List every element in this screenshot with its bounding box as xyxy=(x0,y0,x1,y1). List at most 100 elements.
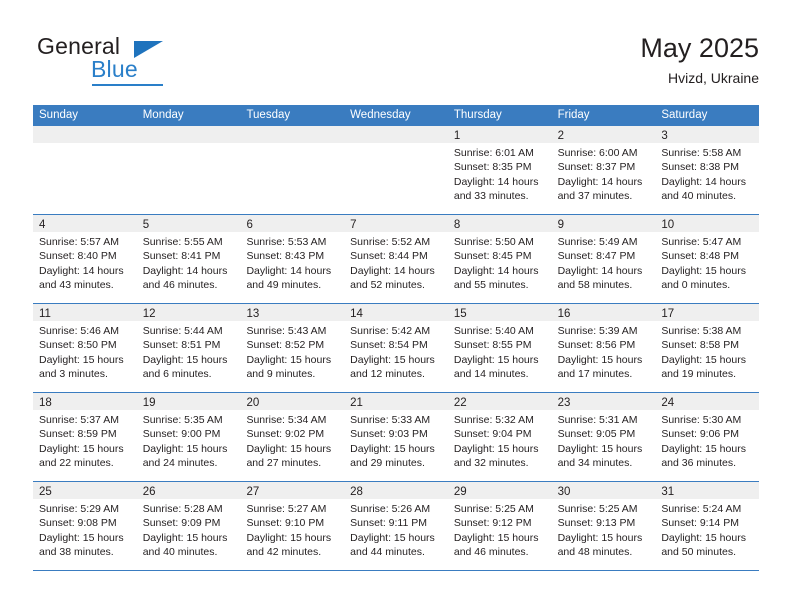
sunrise-text: Sunrise: 6:01 AM xyxy=(453,147,534,159)
day-cell-5[interactable]: 5 Sunrise: 5:55 AM Sunset: 8:41 PM Daylight… xyxy=(136,215,241,303)
day-cell-1[interactable]: 1 Sunrise: 6:01 AM Sunset: 8:35 PM Daylight… xyxy=(447,126,552,214)
day-number: 17 xyxy=(661,308,675,320)
calendar-weeks: 1 Sunrise: 6:01 AM Sunset: 8:35 PM Daylight… xyxy=(33,126,760,571)
daylight-text: and 34 minutes. xyxy=(557,457,633,470)
day-cell-20[interactable]: 20 Sunrise: 5:34 AM Sunset: 9:02 PM Dayligh… xyxy=(240,393,345,481)
day-cell-8[interactable]: 8 Sunrise: 5:50 AM Sunset: 8:45 PM Daylight… xyxy=(447,215,552,303)
day-cell-18[interactable]: 18 Sunrise: 5:37 AM Sunset: 8:59 PM Dayligh… xyxy=(33,393,137,481)
day-cell-11[interactable]: 11 Sunrise: 5:46 AM Sunset: 8:50 PM Dayligh… xyxy=(33,304,137,392)
day-cell-10[interactable]: 10 Sunrise: 5:47 AM Sunset: 8:48 PM Dayligh… xyxy=(655,215,760,303)
day-cell-7[interactable]: 7 Sunrise: 5:52 AM Sunset: 8:44 PM Daylight… xyxy=(344,215,448,303)
day-cell-22[interactable]: 22 Sunrise: 5:32 AM Sunset: 9:04 PM Dayligh… xyxy=(447,393,552,481)
day-cell-body: Sunrise: 5:37 AM Sunset: 8:59 PM Daylight:… xyxy=(33,410,137,471)
daylight-text: and 12 minutes. xyxy=(350,368,425,381)
daylight-text: Daylight: 15 hours xyxy=(39,442,124,455)
day-cell-13[interactable]: 13 Sunrise: 5:43 AM Sunset: 8:52 PM Dayligh… xyxy=(240,304,345,392)
day-cell-30[interactable]: 30 Sunrise: 5:25 AM Sunset: 9:13 PM Dayligh… xyxy=(551,482,656,570)
day-cell-4[interactable]: 4 Sunrise: 5:57 AM Sunset: 8:40 PM Daylight… xyxy=(33,215,137,303)
day-number: 24 xyxy=(661,397,675,409)
sunrise-text: Sunrise: 5:53 AM xyxy=(246,236,327,248)
day-cell-body xyxy=(137,143,241,146)
day-number: 11 xyxy=(39,308,51,320)
daylight-text: Daylight: 15 hours xyxy=(453,353,539,366)
daylight-text: and 0 minutes. xyxy=(661,279,731,292)
day-cell-body: Sunrise: 5:32 AM Sunset: 9:04 PM Daylight:… xyxy=(448,410,552,471)
weekday-header-friday: Friday xyxy=(557,109,590,121)
daylight-text: Daylight: 15 hours xyxy=(661,442,746,455)
day-cell-23[interactable]: 23 Sunrise: 5:31 AM Sunset: 9:05 PM Dayligh… xyxy=(551,393,656,481)
day-number-strip: 12 xyxy=(136,304,241,321)
day-cell-14[interactable]: 14 Sunrise: 5:42 AM Sunset: 8:54 PM Dayligh… xyxy=(344,304,448,392)
day-cell-27[interactable]: 27 Sunrise: 5:27 AM Sunset: 9:10 PM Dayligh… xyxy=(240,482,345,570)
day-cell-17[interactable]: 17 Sunrise: 5:38 AM Sunset: 8:58 PM Dayligh… xyxy=(655,304,760,392)
day-cell-29[interactable]: 29 Sunrise: 5:25 AM Sunset: 9:12 PM Dayligh… xyxy=(447,482,552,570)
sunset-text: Sunset: 8:50 PM xyxy=(39,339,117,352)
day-cell-19[interactable]: 19 Sunrise: 5:35 AM Sunset: 9:00 PM Dayligh… xyxy=(136,393,241,481)
day-cell-empty xyxy=(136,126,241,214)
sunset-text: Sunset: 8:47 PM xyxy=(557,250,636,263)
day-number-strip: 25 xyxy=(33,482,137,499)
daylight-text: and 36 minutes. xyxy=(661,457,737,470)
day-cell-28[interactable]: 28 Sunrise: 5:26 AM Sunset: 9:11 PM Dayligh… xyxy=(344,482,448,570)
general-blue-logo[interactable]: General Blue xyxy=(33,32,243,88)
day-cell-21[interactable]: 21 Sunrise: 5:33 AM Sunset: 9:03 PM Dayligh… xyxy=(344,393,448,481)
sunset-text: Sunset: 8:48 PM xyxy=(661,250,739,263)
day-number-strip: 4 xyxy=(33,215,137,232)
daylight-text: Daylight: 15 hours xyxy=(246,353,332,366)
day-number-strip: 26 xyxy=(136,482,241,499)
day-cell-9[interactable]: 9 Sunrise: 5:49 AM Sunset: 8:47 PM Daylight… xyxy=(551,215,656,303)
sunset-text: Sunset: 9:08 PM xyxy=(39,517,117,530)
sunset-text: Sunset: 9:05 PM xyxy=(557,428,636,441)
day-cell-2[interactable]: 2 Sunrise: 6:00 AM Sunset: 8:37 PM Daylight… xyxy=(551,126,656,214)
weekday-header-saturday: Saturday xyxy=(661,109,708,121)
daylight-text: Daylight: 14 hours xyxy=(557,175,643,188)
daylight-text: Daylight: 14 hours xyxy=(246,264,332,277)
day-cell-body xyxy=(344,143,448,146)
sunset-text: Sunset: 9:03 PM xyxy=(350,428,428,441)
sunset-text: Sunset: 8:55 PM xyxy=(453,339,532,352)
sunrise-text: Sunrise: 5:25 AM xyxy=(453,503,534,515)
logo-text-blue: Blue xyxy=(91,56,138,82)
sunset-text: Sunset: 9:06 PM xyxy=(661,428,739,441)
day-cell-25[interactable]: 25 Sunrise: 5:29 AM Sunset: 9:08 PM Dayligh… xyxy=(33,482,137,570)
day-cell-12[interactable]: 12 Sunrise: 5:44 AM Sunset: 8:51 PM Dayligh… xyxy=(136,304,241,392)
sunrise-text: Sunrise: 5:49 AM xyxy=(557,236,638,248)
day-cell-body: Sunrise: 5:50 AM Sunset: 8:45 PM Daylight:… xyxy=(448,232,552,293)
daylight-text: Daylight: 15 hours xyxy=(142,442,228,455)
day-cell-24[interactable]: 24 Sunrise: 5:30 AM Sunset: 9:06 PM Dayligh… xyxy=(655,393,760,481)
day-cell-3[interactable]: 3 Sunrise: 5:58 AM Sunset: 8:38 PM Daylight… xyxy=(655,126,760,214)
day-number-strip: 2 xyxy=(551,126,656,143)
day-cell-body: Sunrise: 5:46 AM Sunset: 8:50 PM Daylight:… xyxy=(33,321,137,382)
day-number-strip: 29 xyxy=(447,482,552,499)
daylight-text: Daylight: 15 hours xyxy=(661,353,746,366)
daylight-text: Daylight: 14 hours xyxy=(557,264,643,277)
day-cell-26[interactable]: 26 Sunrise: 5:28 AM Sunset: 9:09 PM Dayligh… xyxy=(136,482,241,570)
weekday-header-tuesday: Tuesday xyxy=(246,109,291,121)
day-cell-body: Sunrise: 5:26 AM Sunset: 9:11 PM Daylight:… xyxy=(344,499,448,560)
sunset-text: Sunset: 8:35 PM xyxy=(453,161,532,174)
daylight-text: and 50 minutes. xyxy=(661,546,737,559)
day-cell-body: Sunrise: 5:31 AM Sunset: 9:05 PM Daylight:… xyxy=(552,410,656,471)
daylight-text: and 49 minutes. xyxy=(246,279,322,292)
sunset-text: Sunset: 9:10 PM xyxy=(246,517,325,530)
day-cell-body: Sunrise: 5:40 AM Sunset: 8:55 PM Daylight:… xyxy=(448,321,552,382)
sunset-text: Sunset: 8:37 PM xyxy=(557,161,636,174)
day-number-strip: 16 xyxy=(551,304,656,321)
day-cell-16[interactable]: 16 Sunrise: 5:39 AM Sunset: 8:56 PM Dayligh… xyxy=(551,304,656,392)
daylight-text: Daylight: 15 hours xyxy=(142,353,228,366)
day-cell-body: Sunrise: 5:47 AM Sunset: 8:48 PM Daylight:… xyxy=(655,232,759,293)
calendar-page: General Blue May 2025 Hvizd, Ukraine Sun… xyxy=(0,0,792,612)
day-cell-15[interactable]: 15 Sunrise: 5:40 AM Sunset: 8:55 PM Dayligh… xyxy=(447,304,552,392)
daylight-text: Daylight: 15 hours xyxy=(350,531,435,544)
day-number: 8 xyxy=(453,219,461,231)
day-cell-31[interactable]: 31 Sunrise: 5:24 AM Sunset: 9:14 PM Dayligh… xyxy=(655,482,760,570)
daylight-text: Daylight: 14 hours xyxy=(142,264,228,277)
day-number: 18 xyxy=(39,397,52,409)
sunset-text: Sunset: 8:58 PM xyxy=(661,339,739,352)
day-number: 2 xyxy=(557,130,564,142)
day-cell-6[interactable]: 6 Sunrise: 5:53 AM Sunset: 8:43 PM Daylight… xyxy=(240,215,345,303)
day-number-strip: 9 xyxy=(551,215,656,232)
day-number: 26 xyxy=(142,486,156,498)
day-number: 19 xyxy=(142,397,156,409)
title-block: May 2025 Hvizd, Ukraine xyxy=(640,32,759,88)
